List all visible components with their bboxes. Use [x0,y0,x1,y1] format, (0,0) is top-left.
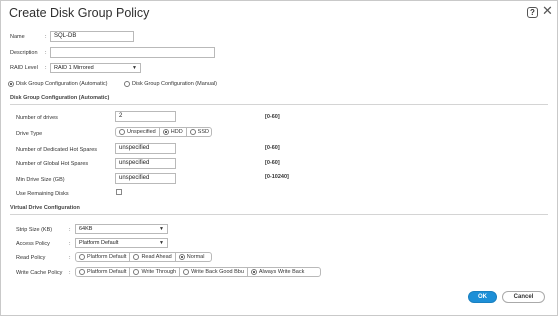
access-policy-select[interactable]: Platform Default ▼ [75,238,168,248]
num-drives-label: Number of drives [16,115,58,121]
drive-type-selector: Unspecified HDD SSD [115,127,212,137]
section-divider [10,214,548,215]
global-spares-input[interactable]: unspecified [115,158,176,169]
drive-type-label: Drive Type [16,131,43,137]
chevron-down-icon: ▼ [159,240,164,246]
config-manual-radio[interactable]: Disk Group Configuration (Manual) [124,81,217,87]
write-cache-write-back-good-bbu[interactable]: Write Back Good Bbu [180,268,248,276]
global-spares-range: [0-60] [265,160,280,166]
drive-type-unspecified[interactable]: Unspecified [116,128,160,136]
use-remaining-label: Use Remaining Disks [16,191,69,197]
access-policy-label: Access Policy [16,241,50,247]
write-cache-label: Write Cache Policy [16,270,63,276]
strip-size-select[interactable]: 64KB ▼ [75,224,168,234]
raid-level-separator: : [45,65,47,71]
dedicated-spares-input[interactable]: unspecified [115,143,176,154]
read-policy-platform-default[interactable]: Platform Default [76,253,131,261]
raid-level-select[interactable]: RAID 1 Mirrored ▼ [50,63,141,73]
name-input[interactable]: SQL-DB [50,31,134,42]
raid-level-value: RAID 1 Mirrored [54,65,94,71]
strip-size-label: Strip Size (KB) [16,227,53,233]
strip-size-value: 64KB [79,226,93,232]
drive-type-hdd[interactable]: HDD [160,128,187,136]
radio-unselected-icon [124,81,130,87]
close-icon[interactable]: ✕ [542,4,553,18]
help-icon[interactable]: ? [527,7,538,18]
ok-button[interactable]: OK [468,291,497,303]
write-cache-write-through[interactable]: Write Through [130,268,181,276]
create-disk-group-policy-dialog: Create Disk Group Policy ? ✕ Name : SQL-… [0,0,558,316]
read-policy-normal[interactable]: Normal [176,253,208,261]
description-separator: : [45,50,47,56]
dialog-title: Create Disk Group Policy [9,6,150,20]
description-input[interactable] [50,47,215,58]
num-drives-input[interactable]: 2 [115,111,176,122]
read-policy-selector: Platform Default Read Ahead Normal [75,252,212,262]
read-policy-read-ahead[interactable]: Read Ahead [130,253,176,261]
access-policy-separator: : [69,241,71,247]
dedicated-spares-range: [0-60] [265,145,280,151]
write-cache-selector: Platform Default Write Through Write Bac… [75,267,321,277]
num-drives-range: [0-60] [265,114,280,120]
min-drive-size-label: Min Drive Size (GB) [16,177,65,183]
config-manual-label: Disk Group Configuration (Manual) [132,81,217,87]
cancel-button[interactable]: Cancel [502,291,545,303]
drive-type-ssd[interactable]: SSD [187,128,212,136]
name-separator: : [45,34,47,40]
use-remaining-checkbox[interactable] [116,189,122,195]
min-drive-size-range: [0-10240] [265,174,289,180]
raid-level-label: RAID Level [10,65,38,71]
config-automatic-label: Disk Group Configuration (Automatic) [16,81,108,87]
global-spares-label: Number of Global Hot Spares [16,161,89,167]
read-policy-label: Read Policy [16,255,46,261]
access-policy-value: Platform Default [79,240,119,246]
section-title-automatic: Disk Group Configuration (Automatic) [10,95,110,101]
description-label: Description [10,50,38,56]
min-drive-size-input[interactable]: unspecified [115,173,176,184]
chevron-down-icon: ▼ [159,226,164,232]
section-divider [10,104,548,105]
write-cache-always-write-back[interactable]: Always Write Back [248,268,307,276]
section-title-virtual: Virtual Drive Configuration [10,205,80,211]
read-policy-separator: : [69,255,71,261]
config-automatic-radio[interactable]: Disk Group Configuration (Automatic) [8,81,107,87]
name-label: Name [10,34,25,40]
dedicated-spares-label: Number of Dedicated Hot Spares [16,147,98,153]
write-cache-separator: : [69,270,71,276]
strip-size-separator: : [69,227,71,233]
write-cache-platform-default[interactable]: Platform Default [76,268,131,276]
chevron-down-icon: ▼ [132,65,137,71]
radio-selected-icon [8,81,14,87]
